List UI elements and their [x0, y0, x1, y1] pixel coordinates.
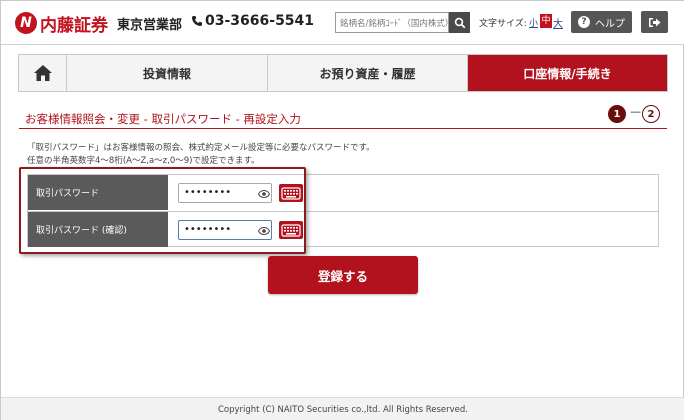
branch-name: 東京営業部 — [117, 18, 183, 33]
page-title: お客様情報照会・変更 - 取引パスワード - 再設定入力 — [25, 112, 301, 126]
nav-assets-history[interactable]: お預り資産・履歴 — [268, 55, 468, 91]
search-icon — [454, 17, 465, 28]
help-label: ヘルプ — [595, 18, 625, 30]
nav-investment-info[interactable]: 投資情報 — [67, 55, 268, 91]
nav-account-procedures[interactable]: 口座情報/手続き — [468, 55, 667, 91]
footer-copyright: Copyright (C) NAITO Securities co.,ltd. … — [1, 397, 684, 420]
main-nav: 投資情報 お預り資産・履歴 口座情報/手続き — [18, 54, 668, 92]
header-divider — [1, 44, 684, 45]
logo-text: 内藤証券 — [40, 15, 108, 36]
nav-home[interactable] — [19, 55, 67, 91]
home-icon — [33, 65, 52, 81]
phone-text: 03-3666-5541 — [205, 13, 315, 29]
logo-mark: N — [15, 12, 37, 34]
help-button[interactable]: ? ヘルプ — [571, 11, 632, 33]
step-separator: — — [630, 105, 641, 118]
font-size-medium[interactable]: 中 — [540, 14, 552, 28]
font-size-large[interactable]: 大 — [553, 15, 563, 30]
description-line-2: 任意の半角英数字4～8桁(A～Z,a～z,0～9)で設定できます。 — [27, 156, 260, 166]
highlight-frame — [19, 167, 306, 254]
step-indicator-next: 2 — [642, 105, 660, 123]
phone-icon — [192, 16, 202, 26]
logo[interactable]: N 内藤証券 — [15, 11, 108, 36]
title-underline — [19, 128, 667, 129]
search-input[interactable]: 銘柄名/銘柄ｺｰﾄﾞ（国内株式） — [335, 12, 449, 33]
help-icon: ? — [578, 16, 590, 28]
step-indicator-current: 1 — [608, 105, 626, 123]
logout-button[interactable] — [641, 11, 668, 33]
description-line-1: 「取引パスワード」はお客様情報の照会、株式約定メール設定等に必要なパスワードです… — [27, 143, 375, 153]
phone-number: 03-3666-5541 — [191, 13, 314, 29]
search-button[interactable] — [449, 12, 470, 33]
header: N 内藤証券 東京営業部 03-3666-5541 銘柄名/銘柄ｺｰﾄﾞ（国内株… — [1, 1, 684, 45]
register-button[interactable]: 登録する — [268, 256, 418, 294]
font-size-small[interactable]: 小 — [529, 16, 538, 29]
logout-icon — [649, 17, 661, 27]
font-size-label: 文字サイズ: — [479, 19, 527, 29]
